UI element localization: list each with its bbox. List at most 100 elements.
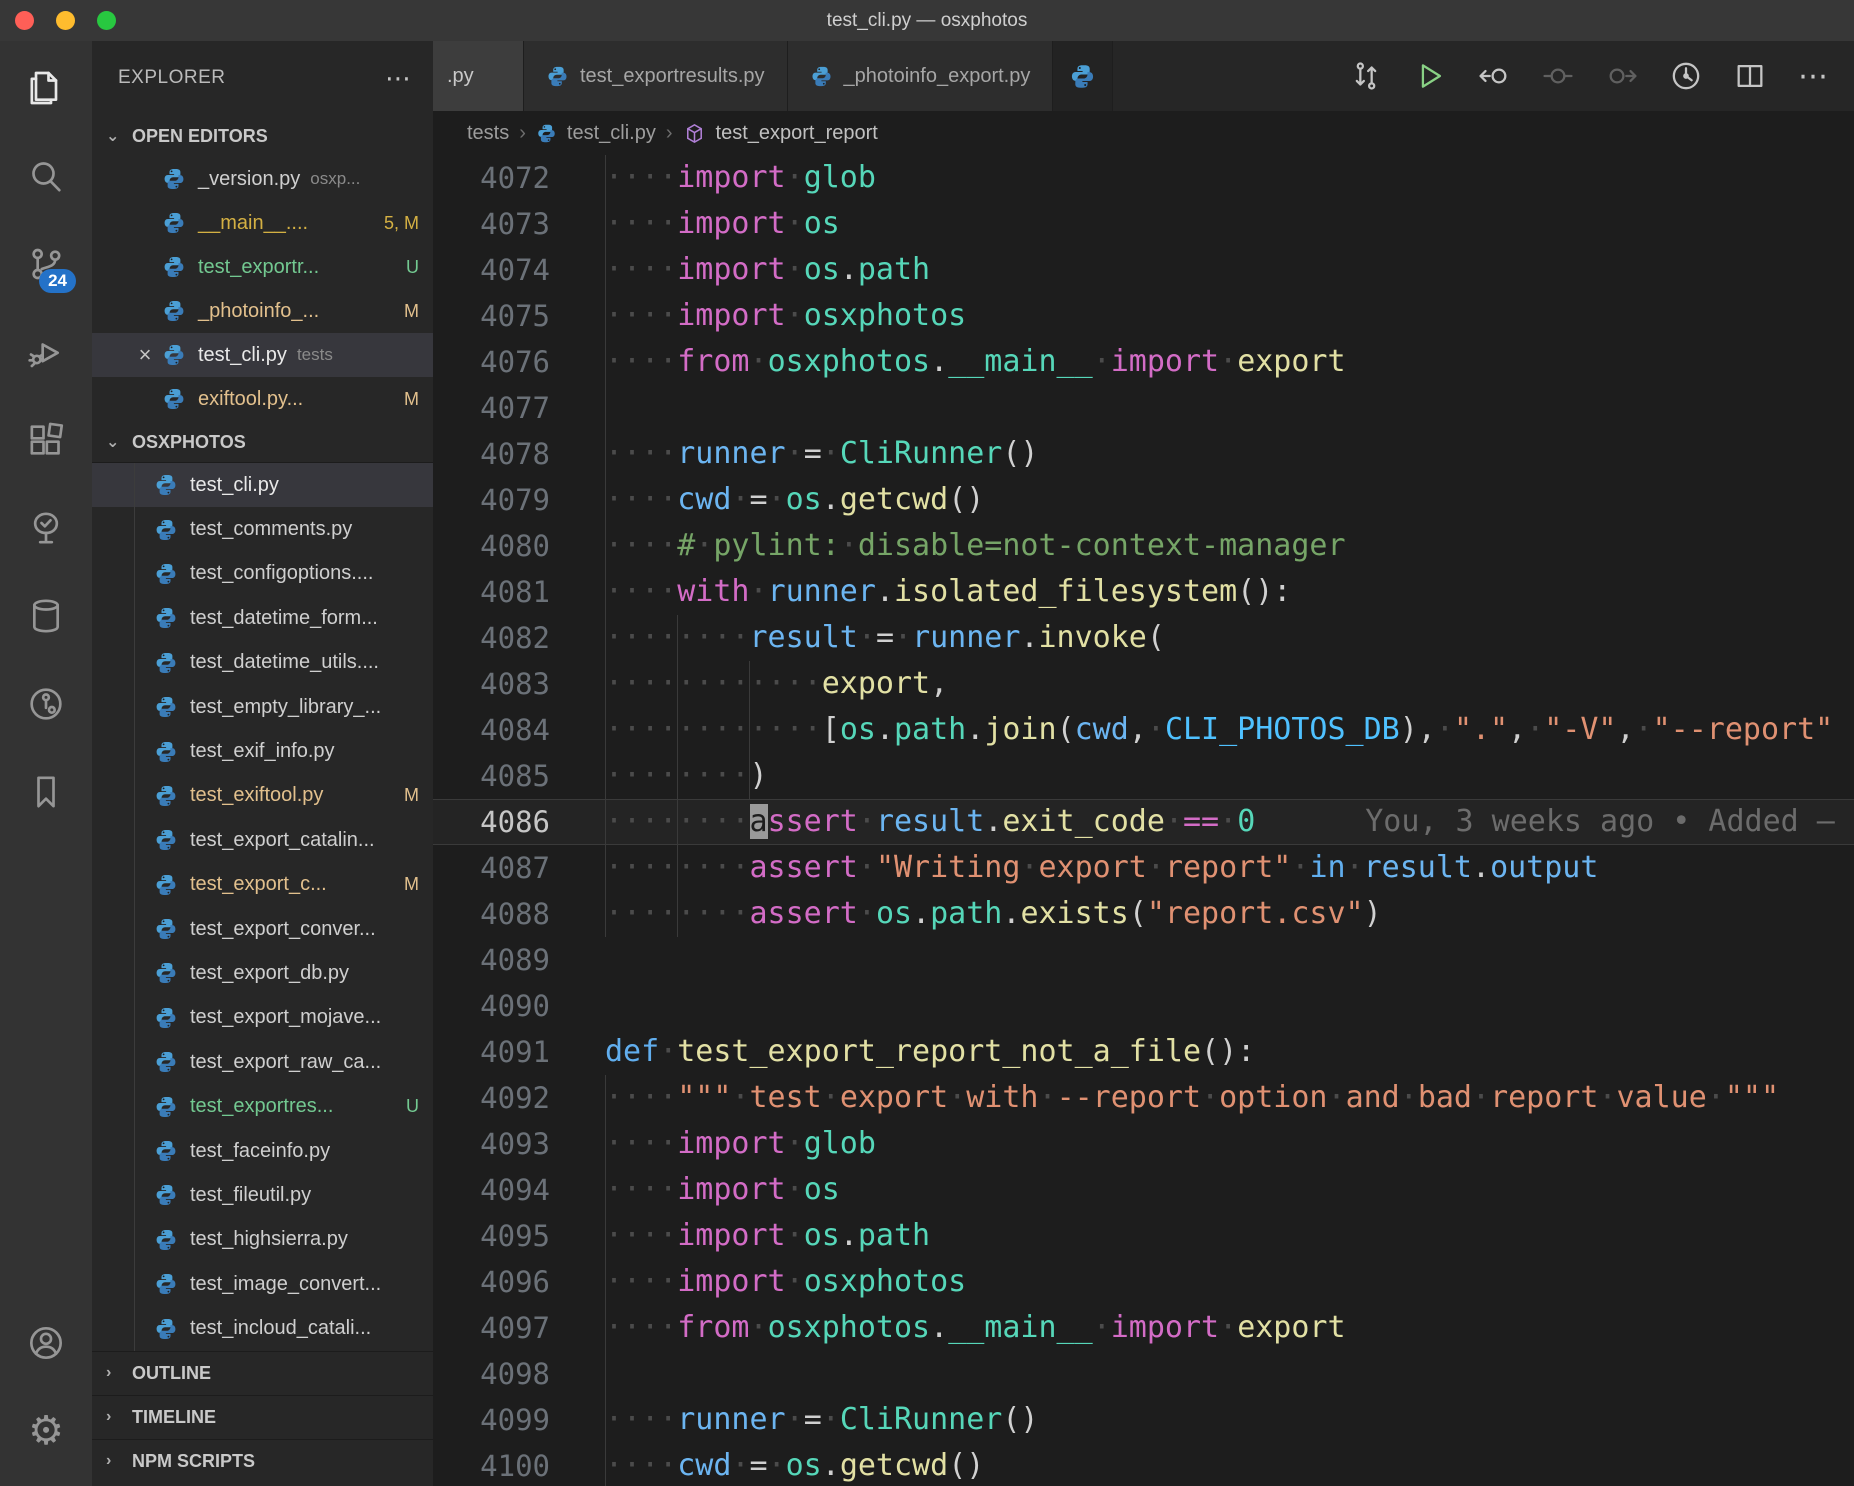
code-line-4094[interactable]: 4094····import·os [433,1167,1854,1213]
activity-bar: 24 ⚙ [0,41,92,1486]
tree-item-test-datetime-utils-[interactable]: test_datetime_utils.... [92,641,433,685]
code-line-4083[interactable]: 4083············export, [433,661,1854,707]
code-line-4095[interactable]: 4095····import·os.path [433,1213,1854,1259]
tree-item-test-export-raw-ca-[interactable]: test_export_raw_ca... [92,1040,433,1084]
gitlens-icon[interactable] [14,671,78,737]
tree-item-test-faceinfo-py[interactable]: test_faceinfo.py [92,1129,433,1173]
window-title: test_cli.py — osxphotos [0,10,1854,32]
code-line-4093[interactable]: 4093····import·glob [433,1121,1854,1167]
code-editor[interactable]: 4072····import·glob4073····import·os4074… [433,155,1854,1486]
code-line-4097[interactable]: 4097····from·osxphotos.__main__·import·e… [433,1305,1854,1351]
open-editors-section-header[interactable]: ⌄ OPEN EDITORS [92,115,433,157]
search-icon[interactable] [14,143,78,209]
code-line-4090[interactable]: 4090 [433,983,1854,1029]
code-line-4078[interactable]: 4078····runner·=·CliRunner() [433,431,1854,477]
open-editor-item[interactable]: ×exiftool.py...M [92,377,433,421]
step-icon[interactable] [1526,41,1590,111]
open-editor-item[interactable]: ×test_exportr...U [92,245,433,289]
tree-item-test-datetime-form-[interactable]: test_datetime_form... [92,596,433,640]
tree-item-test-comments-py[interactable]: test_comments.py [92,507,433,551]
code-line-4098[interactable]: 4098 [433,1351,1854,1397]
project-label: OSXPHOTOS [132,432,246,453]
explorer-icon[interactable] [14,55,78,121]
code-line-4088[interactable]: 4088········assert·os.path.exists("repor… [433,891,1854,937]
code-line-4079[interactable]: 4079····cwd·=·os.getcwd() [433,477,1854,523]
project-section-header[interactable]: ⌄ OSXPHOTOS [92,421,433,463]
tree-item-test-exportres-[interactable]: test_exportres...U [92,1084,433,1128]
tree-item-test-highsierra-py[interactable]: test_highsierra.py [92,1218,433,1262]
tree-item-test-incloud-catali-[interactable]: test_incloud_catali... [92,1306,433,1350]
open-editor-item[interactable]: ×_version.pyosxp... [92,157,433,201]
open-editor-item[interactable]: ×test_cli.pytests [92,333,433,377]
tree-item-label: test_incloud_catali... [190,1317,371,1340]
tree-item-test-export-conver-[interactable]: test_export_conver... [92,907,433,951]
testing-icon[interactable] [14,495,78,561]
line-number: 4072 [433,155,605,201]
close-editor-icon[interactable]: × [128,342,162,368]
tree-item-test-fileutil-py[interactable]: test_fileutil.py [92,1173,433,1217]
section-header-outline[interactable]: ›OUTLINE [92,1351,433,1395]
settings-icon[interactable]: ⚙ [14,1398,78,1464]
code-line-4074[interactable]: 4074····import·os.path [433,247,1854,293]
extensions-icon[interactable] [14,407,78,473]
tab--photoinfo-export-py[interactable]: _photoinfo_export.py [788,41,1054,111]
breadcrumb-item[interactable]: test_cli.py [567,122,656,145]
more-icon[interactable]: ⋯ [1782,41,1846,111]
tree-item-test-image-convert-[interactable]: test_image_convert... [92,1262,433,1306]
explorer-actions-icon[interactable]: ⋯ [385,63,413,94]
bookmarks-icon[interactable] [14,759,78,825]
code-line-4089[interactable]: 4089 [433,937,1854,983]
code-line-4077[interactable]: 4077 [433,385,1854,431]
code-line-4100[interactable]: 4100····cwd·=·os.getcwd() [433,1443,1854,1486]
code-line-4076[interactable]: 4076····from·osxphotos.__main__·import·e… [433,339,1854,385]
compare-changes-icon[interactable] [1334,41,1398,111]
source-control-icon[interactable]: 24 [14,231,78,297]
code-line-4085[interactable]: 4085········) [433,753,1854,799]
pinned-python-tab[interactable] [1053,41,1113,111]
tree-item-test-cli-py[interactable]: test_cli.py [92,463,433,507]
code-line-content: ····from·osxphotos.__main__·import·expor… [605,1305,1854,1351]
breadcrumb-item[interactable]: test_export_report [716,122,878,145]
open-editor-item[interactable]: ×_photoinfo_...M [92,289,433,333]
python-file-icon [154,562,178,586]
code-line-4072[interactable]: 4072····import·glob [433,155,1854,201]
tab-test-exportresults-py[interactable]: test_exportresults.py [524,41,788,111]
tree-item-test-export-c-[interactable]: test_export_c...M [92,863,433,907]
open-editor-path-suffix: tests [297,345,333,365]
section-header-npm-scripts[interactable]: ›NPM SCRIPTS [92,1439,433,1483]
code-line-4075[interactable]: 4075····import·osxphotos [433,293,1854,339]
code-line-4073[interactable]: 4073····import·os [433,201,1854,247]
code-line-4084[interactable]: 4084············[os.path.join(cwd,·CLI_P… [433,707,1854,753]
code-line-content: ····import·os.path [605,1213,1854,1259]
code-line-4082[interactable]: 4082········result·=·runner.invoke( [433,615,1854,661]
tree-item-test-export-db-py[interactable]: test_export_db.py [92,951,433,995]
open-editor-item[interactable]: ×__main__....5, M [92,201,433,245]
section-header-timeline[interactable]: ›TIMELINE [92,1395,433,1439]
tree-item-test-exif-info-py[interactable]: test_exif_info.py [92,729,433,773]
tree-item-test-empty-library-[interactable]: test_empty_library_... [92,685,433,729]
code-line-4087[interactable]: 4087········assert·"Writing·export·repor… [433,845,1854,891]
database-icon[interactable] [14,583,78,649]
tree-item-test-exiftool-py[interactable]: test_exiftool.pyM [92,774,433,818]
account-icon[interactable] [14,1310,78,1376]
code-line-4096[interactable]: 4096····import·osxphotos [433,1259,1854,1305]
code-line-4092[interactable]: 4092····"""·test·export·with·--report·op… [433,1075,1854,1121]
tree-item-label: test_fileutil.py [190,1184,311,1207]
code-line-4081[interactable]: 4081····with·runner.isolated_filesystem(… [433,569,1854,615]
run-and-debug-icon[interactable] [14,319,78,385]
code-line-4091[interactable]: 4091def·test_export_report_not_a_file(): [433,1029,1854,1075]
tree-item-test-export-mojave-[interactable]: test_export_mojave... [92,996,433,1040]
tree-item-test-export-catalin-[interactable]: test_export_catalin... [92,818,433,862]
code-line-4086[interactable]: 4086········assert·result.exit_code·==·0… [433,799,1854,845]
breadcrumb-item[interactable]: tests [467,122,509,145]
tree-item-test-configoptions-[interactable]: test_configoptions.... [92,552,433,596]
split-editor-icon[interactable] [1718,41,1782,111]
tab-test-cli-partial[interactable]: .py [433,41,524,111]
step-over-icon[interactable] [1590,41,1654,111]
code-line-4080[interactable]: 4080····#·pylint:·disable=not-context-ma… [433,523,1854,569]
python-file-icon [154,1317,178,1341]
step-back-icon[interactable] [1462,41,1526,111]
run-circle-icon[interactable] [1654,41,1718,111]
code-line-4099[interactable]: 4099····runner·=·CliRunner() [433,1397,1854,1443]
run-icon[interactable] [1398,41,1462,111]
